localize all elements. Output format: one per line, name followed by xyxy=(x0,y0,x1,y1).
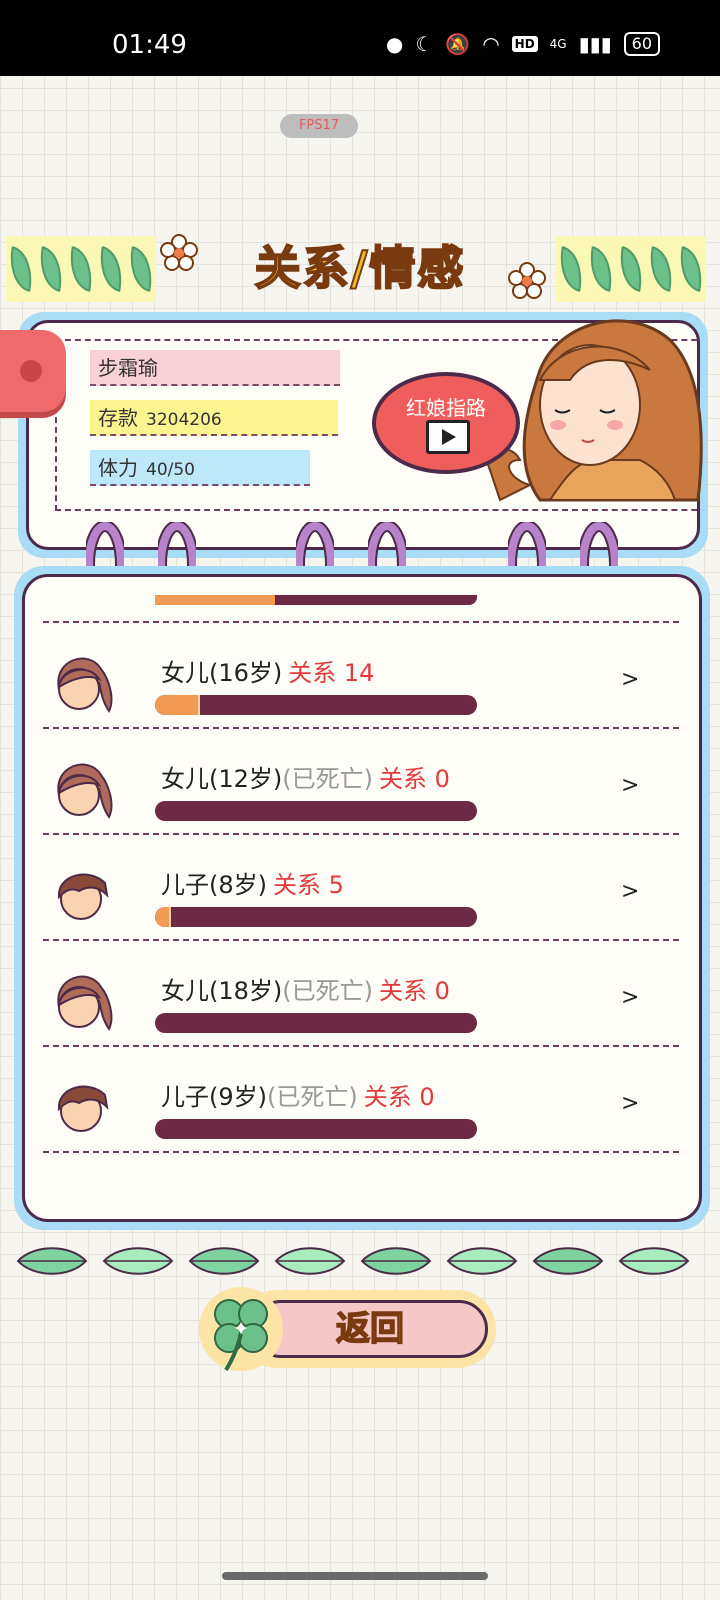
relation-bar-fill xyxy=(155,695,201,715)
relations-list-card: 女儿(16岁) 关系 14 > 女儿(12岁)(已死亡) 关系 0 > 儿子(8… xyxy=(14,566,710,1230)
relation-bar xyxy=(155,801,477,821)
guide-label: 红娘指路 xyxy=(406,396,486,420)
relation-bar xyxy=(155,1119,477,1139)
relation-row[interactable]: 女儿(18岁)(已死亡) 关系 0 > xyxy=(25,941,699,1047)
partial-relation-bar xyxy=(155,595,477,605)
status-icons: ● ☾ 🔕 ◠ HD 4G ▮▮▮ 60 xyxy=(386,32,660,56)
wifi-icon: ◠ xyxy=(482,32,500,56)
moon-icon: ☾ xyxy=(415,32,434,56)
fps-counter: FPS17 xyxy=(280,114,358,138)
relation-row[interactable]: 儿子(8岁) 关系 5 > xyxy=(25,835,699,941)
chevron-right-icon[interactable]: > xyxy=(621,1091,639,1116)
relation-row[interactable]: 儿子(9岁)(已死亡) 关系 0 > xyxy=(25,1047,699,1153)
boy-avatar-icon xyxy=(57,873,109,920)
side-tab-button[interactable] xyxy=(0,330,66,412)
relation-bar-fill xyxy=(155,907,172,927)
page-title: 关系/情感 xyxy=(254,240,466,296)
relations-list[interactable]: 女儿(16岁) 关系 14 > 女儿(12岁)(已死亡) 关系 0 > 儿子(8… xyxy=(22,574,702,1222)
leaf-banner-left xyxy=(4,236,158,302)
hd-badge: HD xyxy=(511,36,538,52)
profile-stamina: 体力 40/50 xyxy=(90,450,310,486)
stamina-value: 40/50 xyxy=(146,460,195,480)
tab-dot xyxy=(20,360,42,382)
flower-icon xyxy=(160,234,198,271)
chevron-right-icon[interactable]: > xyxy=(621,667,639,692)
relation-row[interactable]: 女儿(12岁)(已死亡) 关系 0 > xyxy=(25,729,699,835)
relation-name: 女儿(12岁)(已死亡) 关系 0 xyxy=(161,765,450,793)
relation-name: 儿子(8岁) 关系 5 xyxy=(161,871,344,899)
status-bar: 01:49 ● ☾ 🔕 ◠ HD 4G ▮▮▮ 60 xyxy=(0,0,720,76)
back-button[interactable]: 返回 xyxy=(196,1284,498,1372)
stamina-label: 体力 xyxy=(98,456,138,480)
chevron-right-icon[interactable]: > xyxy=(621,879,639,904)
savings-value: 3204206 xyxy=(146,410,222,430)
girl-avatar-icon xyxy=(57,657,113,713)
network-label: 4G xyxy=(549,37,567,51)
status-time: 01:49 xyxy=(112,30,187,60)
girl-avatar-icon xyxy=(57,763,113,819)
relation-name: 儿子(9岁)(已死亡) 关系 0 xyxy=(161,1083,435,1111)
battery-indicator: 60 xyxy=(623,32,660,56)
drop-icon: ● xyxy=(385,32,404,56)
profile-savings: 存款 3204206 xyxy=(90,400,338,436)
relation-bar xyxy=(155,1013,477,1033)
flower-icon xyxy=(508,262,546,299)
clover-icon xyxy=(199,1287,283,1372)
matchmaker-guide-button[interactable]: 红娘指路 xyxy=(372,372,520,474)
back-button-label: 返回 xyxy=(335,1308,405,1350)
leaf-divider xyxy=(14,1244,692,1278)
video-play-icon xyxy=(426,420,470,454)
home-indicator[interactable] xyxy=(222,1572,488,1580)
relation-name: 女儿(16岁) 关系 14 xyxy=(161,659,375,687)
savings-label: 存款 xyxy=(98,406,138,430)
relation-bar xyxy=(155,695,477,715)
row-separator xyxy=(43,1151,679,1153)
girl-avatar-icon xyxy=(57,975,113,1031)
leaf-banner-right xyxy=(554,236,708,302)
profile-name: 步霜瑜 xyxy=(90,350,340,386)
relation-row[interactable]: 女儿(16岁) 关系 14 > xyxy=(25,623,699,729)
boy-avatar-icon xyxy=(57,1085,109,1132)
mute-bell-icon: 🔕 xyxy=(445,32,471,56)
chevron-right-icon[interactable]: > xyxy=(621,773,639,798)
relation-bar xyxy=(155,907,477,927)
relation-name: 女儿(18岁)(已死亡) 关系 0 xyxy=(161,977,450,1005)
signal-icon: ▮▮▮ xyxy=(578,32,612,56)
chevron-right-icon[interactable]: > xyxy=(621,985,639,1010)
